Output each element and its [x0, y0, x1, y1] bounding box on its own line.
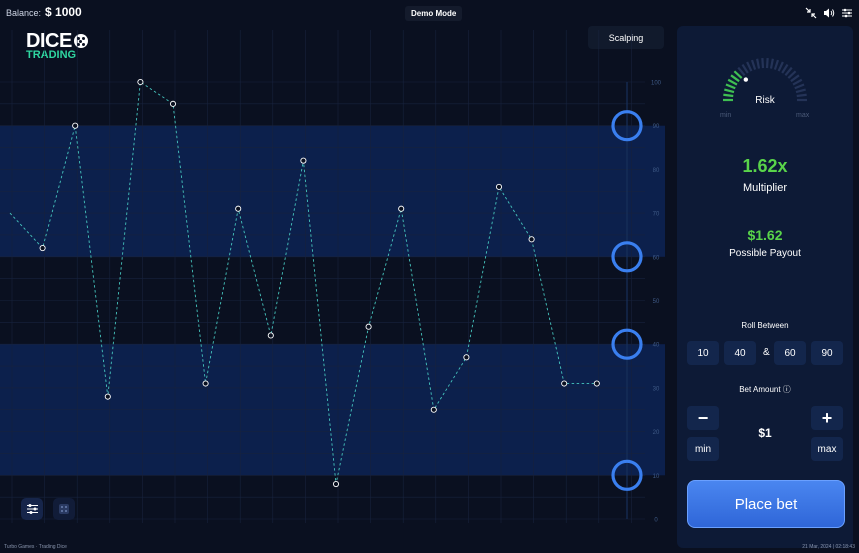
info-icon[interactable]: ⓘ [783, 385, 791, 394]
y-tick-label: 60 [653, 255, 660, 261]
settings-button[interactable] [21, 498, 43, 520]
roll-high-start[interactable]: 60 [774, 341, 806, 365]
gauge-tick [725, 83, 736, 90]
gauge-max-label: max [796, 112, 810, 119]
risk-label: Risk [755, 95, 775, 106]
y-tick-label: 20 [653, 430, 660, 436]
balance-value: $ 1000 [45, 5, 82, 19]
gauge-tick [787, 70, 797, 79]
y-tick-label: 70 [653, 212, 660, 218]
dice-icon [59, 504, 69, 514]
data-point [267, 332, 274, 339]
y-tick-label: 10 [653, 474, 660, 480]
roll-separator: & [763, 347, 770, 358]
gauge-tick [724, 88, 735, 94]
top-bar: Balance: $ 1000 Demo Mode [0, 0, 859, 24]
gauge-tick [761, 58, 765, 69]
y-tick-label: 90 [653, 124, 660, 130]
data-point [332, 480, 340, 488]
bet-amount-label: Bet Amount ⓘ [677, 384, 853, 395]
demo-mode-badge: Demo Mode [405, 6, 463, 21]
data-point [528, 236, 535, 243]
data-point [593, 380, 600, 387]
payout-value: $1.62 [747, 227, 783, 243]
data-point [104, 393, 111, 400]
data-point [137, 78, 144, 86]
data-point [235, 205, 242, 212]
footer-timestamp: 21 Mar, 2024 | 02:18:43 [802, 544, 855, 550]
sliders-icon [26, 504, 38, 514]
gauge-tick [784, 66, 793, 77]
gauge-tick [737, 66, 746, 77]
price-chart: 0 10 20 30 40 50 60 70 80 90 100 [0, 30, 665, 524]
settings-sliders-icon[interactable] [841, 6, 853, 18]
gauge-tick [765, 58, 769, 69]
y-tick-label: 30 [653, 386, 660, 392]
gauge-tick [795, 88, 806, 94]
balance: Balance: $ 1000 [6, 5, 82, 19]
gauge-tick [746, 61, 753, 72]
data-point [365, 323, 372, 330]
gauge-needle [743, 77, 749, 82]
data-point [463, 354, 470, 361]
multiplier-value: 1.62x [742, 156, 788, 176]
gauge-tick [777, 61, 784, 72]
data-point [72, 122, 79, 129]
data-point [169, 100, 177, 107]
gauge-tick [773, 59, 780, 70]
place-bet-button[interactable]: Place bet [687, 480, 845, 528]
bet-panel: Risk min max 1.62x Multiplier $1.62 Poss… [677, 26, 853, 548]
data-point [202, 380, 209, 387]
multiplier-label: Multiplier [742, 182, 787, 194]
minimize-icon[interactable] [805, 6, 817, 19]
roll-high-end[interactable]: 90 [811, 341, 843, 365]
gauge-tick [792, 78, 803, 86]
gauge-tick [781, 63, 789, 74]
data-point [430, 406, 437, 413]
data-point [398, 205, 405, 212]
gauge-tick [741, 63, 749, 74]
dice-button[interactable] [53, 498, 75, 520]
y-tick-label: 40 [653, 343, 660, 349]
y-tick-label: 100 [651, 81, 662, 87]
gauge-tick [730, 74, 740, 83]
roll-low-end[interactable]: 40 [724, 341, 756, 365]
min-bet-button[interactable]: min [687, 437, 719, 461]
gauge-tick [756, 58, 761, 69]
data-point [39, 245, 46, 252]
y-tick-label: 0 [654, 518, 658, 524]
y-tick-label: 50 [653, 299, 660, 305]
balance-label: Balance: [6, 8, 42, 18]
roll-low-start[interactable]: 10 [687, 341, 719, 365]
gauge-tick [750, 59, 757, 70]
bet-amount-text: Bet Amount [739, 385, 781, 394]
footer-brand: Turbo Games · Trading Dice [4, 544, 67, 550]
gauge-tick [794, 83, 805, 90]
gauge-tick [727, 78, 738, 86]
gauge-tick [790, 74, 800, 83]
max-bet-button[interactable]: max [811, 437, 843, 461]
gauge-min-label: min [720, 112, 732, 119]
data-point [300, 157, 307, 164]
roll-between-label: Roll Between [741, 321, 789, 330]
y-tick-label: 80 [653, 168, 660, 174]
data-point [561, 380, 568, 387]
sound-icon[interactable] [823, 6, 835, 18]
top-icons [805, 6, 853, 19]
payout-label: Possible Payout [729, 248, 801, 259]
gauge-tick [733, 70, 743, 79]
data-point [495, 183, 503, 190]
gauge-tick [769, 58, 774, 69]
